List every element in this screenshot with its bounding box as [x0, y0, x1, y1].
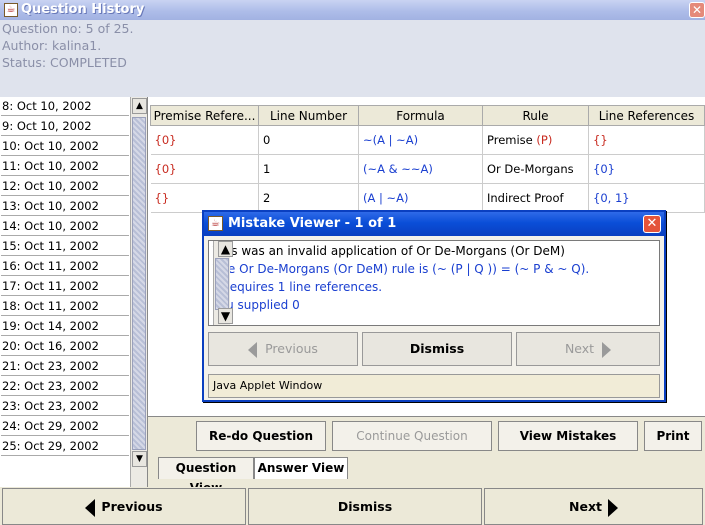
- dismiss-button[interactable]: Dismiss: [248, 488, 482, 525]
- redo-question-button[interactable]: Re-do Question: [196, 421, 326, 451]
- dialog-dismiss-button[interactable]: Dismiss: [362, 332, 512, 366]
- session-list[interactable]: 8: Oct 10, 2002 9: Oct 10, 2002 10: Oct …: [0, 97, 148, 517]
- continue-question-button[interactable]: Continue Question: [332, 421, 492, 451]
- question-status: Status: COMPLETED: [2, 55, 127, 70]
- formula-cell: (~A & ~~A): [358, 154, 483, 184]
- list-item[interactable]: 22: Oct 23, 2002: [1, 377, 129, 396]
- list-item[interactable]: 20: Oct 16, 2002: [1, 337, 129, 356]
- list-item[interactable]: 19: Oct 14, 2002: [1, 317, 129, 336]
- list-item[interactable]: 24: Oct 29, 2002: [1, 417, 129, 436]
- next-label: Next: [569, 499, 602, 514]
- premise-cell: {}: [150, 183, 259, 213]
- list-item[interactable]: 12: Oct 10, 2002: [1, 177, 129, 196]
- column-header[interactable]: Line References: [588, 105, 705, 126]
- formula-cell: ~(A | ~A): [358, 125, 483, 155]
- scroll-down-arrow-icon[interactable]: ▼: [218, 308, 233, 324]
- column-header[interactable]: Line Number: [258, 105, 359, 126]
- scrollbar-thumb[interactable]: [132, 117, 146, 450]
- table-row[interactable]: {} 2 (A | ~A) Indirect Proof {0, 1}: [150, 183, 705, 213]
- triangle-right-icon: [607, 498, 618, 517]
- session-list-scrollbar[interactable]: ▲ ▼: [130, 97, 147, 517]
- table-row[interactable]: {0} 0 ~(A | ~A) Premise (P) {}: [150, 125, 705, 155]
- required-references-line: It requires 1 line references.: [213, 280, 383, 294]
- view-mistakes-button[interactable]: View Mistakes: [498, 421, 638, 451]
- dialog-previous-label: Previous: [265, 341, 318, 356]
- line-references-cell: {0}: [588, 154, 705, 184]
- list-item[interactable]: 16: Oct 11, 2002: [1, 257, 129, 276]
- rule-name: Premise: [487, 133, 533, 147]
- dialog-next-button[interactable]: Next: [516, 332, 660, 366]
- list-item[interactable]: 14: Oct 10, 2002: [1, 217, 129, 236]
- scrollbar-thumb[interactable]: [215, 258, 229, 310]
- line-number-cell: 1: [258, 154, 359, 184]
- rule-cell: Indirect Proof: [482, 183, 589, 213]
- java-cup-icon: ☕: [4, 3, 18, 17]
- line-references-cell: {0, 1}: [588, 183, 705, 213]
- dialog-previous-button[interactable]: Previous: [208, 332, 358, 366]
- next-button[interactable]: Next: [484, 488, 703, 525]
- mistake-viewer-dialog: ☕ Mistake Viewer - 1 of 1 ✕ This was an …: [202, 210, 666, 402]
- line-number-cell: 2: [258, 183, 359, 213]
- triangle-left-icon: [248, 341, 258, 358]
- line-number-cell: 0: [258, 125, 359, 155]
- scroll-up-arrow-icon[interactable]: ▲: [132, 98, 147, 114]
- scroll-up-arrow-icon[interactable]: ▲: [218, 241, 233, 257]
- list-item[interactable]: 18: Oct 11, 2002: [1, 297, 129, 316]
- dialog-title: Mistake Viewer - 1 of 1: [228, 216, 397, 231]
- list-item[interactable]: 10: Oct 10, 2002: [1, 137, 129, 156]
- question-info-panel: Question no: 5 of 25. Author: kalina1. S…: [0, 20, 705, 97]
- dialog-title-bar[interactable]: ☕ Mistake Viewer - 1 of 1 ✕: [204, 212, 664, 236]
- tab-question-view[interactable]: Question View: [158, 457, 254, 495]
- list-item[interactable]: 25: Oct 29, 2002: [1, 437, 129, 456]
- proof-table: Premise Refere... Line Number Formula Ru…: [150, 105, 705, 213]
- list-item[interactable]: 9: Oct 10, 2002: [1, 117, 129, 136]
- question-author: Author: kalina1.: [2, 38, 102, 53]
- rule-cell: Premise (P): [482, 125, 589, 155]
- window-title-bar: ☕ Question History ✕: [0, 0, 705, 20]
- premise-cell: {0}: [150, 125, 259, 155]
- bottom-navigation: Previous Dismiss Next: [0, 487, 705, 525]
- rule-cell: Or De-Morgans: [482, 154, 589, 184]
- column-header[interactable]: Rule: [482, 105, 589, 126]
- window-close-button[interactable]: ✕: [689, 2, 705, 18]
- premise-cell: {0}: [150, 154, 259, 184]
- triangle-left-icon: [85, 498, 96, 517]
- column-header[interactable]: Formula: [358, 105, 483, 126]
- mistake-message-line: This was an invalid application of Or De…: [213, 244, 565, 258]
- table-header-row: Premise Refere... Line Number Formula Ru…: [150, 105, 705, 126]
- dialog-next-label: Next: [564, 341, 595, 356]
- list-item[interactable]: 23: Oct 23, 2002: [1, 397, 129, 416]
- triangle-right-icon: [602, 341, 612, 358]
- list-item[interactable]: 11: Oct 10, 2002: [1, 157, 129, 176]
- rule-abbreviation: (P): [536, 133, 553, 147]
- rule-explanation-line: The Or De-Morgans (Or DeM) rule is (~ (P…: [213, 262, 590, 276]
- list-item[interactable]: 17: Oct 11, 2002: [1, 277, 129, 296]
- previous-button[interactable]: Previous: [2, 488, 246, 525]
- dialog-close-button[interactable]: ✕: [643, 215, 661, 233]
- list-item[interactable]: 8: Oct 10, 2002: [1, 97, 129, 116]
- message-scrollbar[interactable]: ▲ ▼: [213, 241, 233, 325]
- window-title: Question History: [21, 2, 145, 17]
- column-header[interactable]: Premise Refere...: [150, 105, 259, 126]
- table-row[interactable]: {0} 1 (~A & ~~A) Or De-Morgans {0}: [150, 154, 705, 184]
- question-number: Question no: 5 of 25.: [2, 21, 134, 36]
- java-cup-icon: ☕: [208, 216, 223, 231]
- formula-cell: (A | ~A): [358, 183, 483, 213]
- applet-window-label: Java Applet Window: [208, 374, 660, 398]
- list-item[interactable]: 21: Oct 23, 2002: [1, 357, 129, 376]
- scroll-down-arrow-icon[interactable]: ▼: [132, 451, 147, 467]
- previous-label: Previous: [101, 499, 163, 514]
- tab-answer-view[interactable]: Answer View: [254, 457, 348, 479]
- list-item[interactable]: 15: Oct 11, 2002: [1, 237, 129, 256]
- print-button[interactable]: Print: [644, 421, 702, 451]
- mistake-message-box[interactable]: This was an invalid application of Or De…: [208, 240, 660, 326]
- line-references-cell: {}: [588, 125, 705, 155]
- list-item[interactable]: 13: Oct 10, 2002: [1, 197, 129, 216]
